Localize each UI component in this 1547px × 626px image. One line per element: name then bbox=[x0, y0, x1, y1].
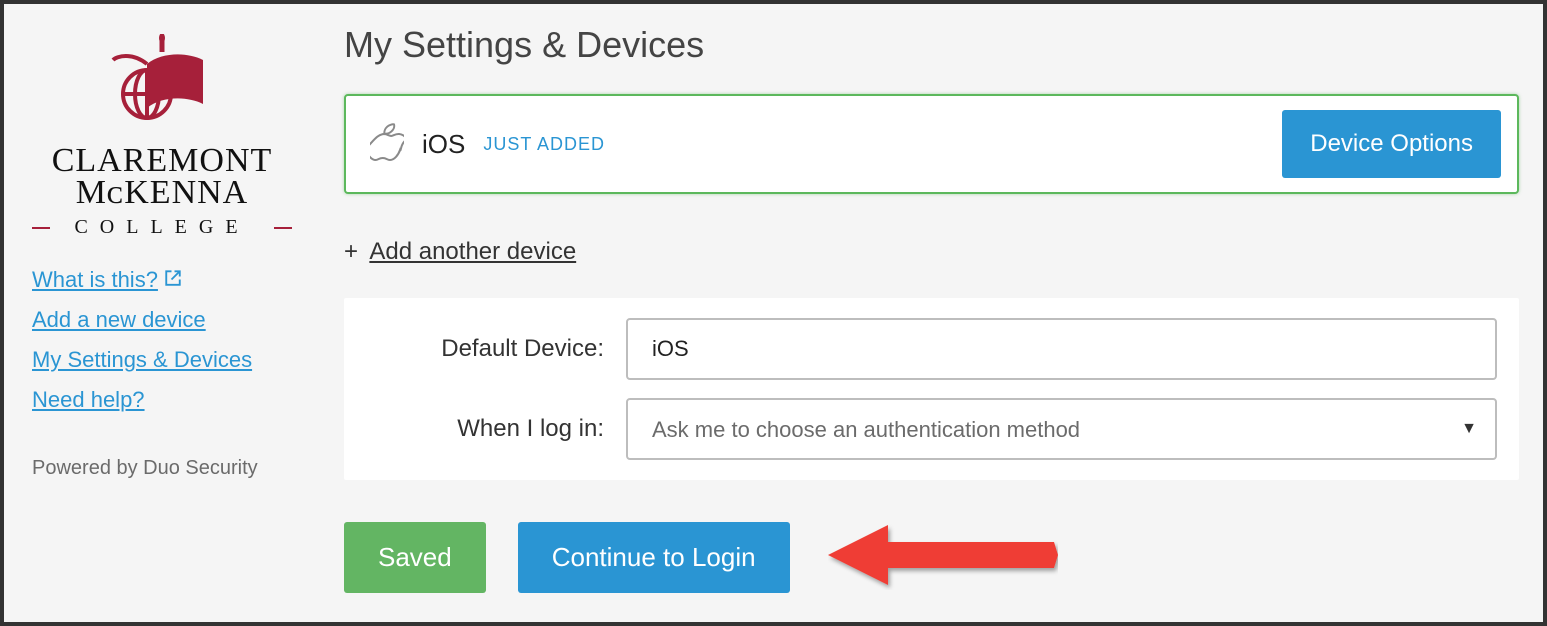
rule-right bbox=[274, 227, 292, 229]
attention-arrow-icon bbox=[828, 520, 1058, 595]
settings-panel: Default Device: When I log in: Ask me to… bbox=[344, 298, 1519, 480]
just-added-badge: JUST ADDED bbox=[483, 134, 605, 155]
book-globe-icon bbox=[107, 34, 217, 134]
sidebar: CLAREMONT MᴄKENNA COLLEGE What is this? … bbox=[4, 4, 334, 622]
device-name: iOS bbox=[422, 129, 465, 160]
when-i-log-in-select[interactable]: Ask me to choose an authentication metho… bbox=[626, 398, 1497, 460]
when-i-log-in-label: When I log in: bbox=[366, 415, 626, 443]
rule-left bbox=[32, 227, 50, 229]
logo-line2: MᴄKENNA bbox=[76, 174, 248, 212]
device-card: iOS JUST ADDED Device Options bbox=[344, 94, 1519, 194]
link-label: Need help? bbox=[32, 387, 145, 413]
link-label: Add a new device bbox=[32, 307, 206, 333]
default-device-row: Default Device: bbox=[366, 318, 1497, 380]
link-label: My Settings & Devices bbox=[32, 347, 252, 373]
continue-to-login-button[interactable]: Continue to Login bbox=[518, 522, 790, 593]
logo-line3-row: COLLEGE bbox=[32, 216, 292, 239]
page-title: My Settings & Devices bbox=[344, 24, 1519, 66]
saved-button[interactable]: Saved bbox=[344, 522, 486, 593]
action-buttons: Saved Continue to Login bbox=[344, 520, 1519, 595]
add-another-device[interactable]: + Add another device bbox=[344, 238, 1519, 266]
main-content: My Settings & Devices iOS JUST ADDED Dev… bbox=[334, 4, 1543, 622]
sidebar-links: What is this? Add a new device My Settin… bbox=[32, 267, 252, 427]
what-is-this-link[interactable]: What is this? bbox=[32, 267, 182, 293]
external-link-icon bbox=[164, 267, 182, 293]
plus-icon: + bbox=[344, 238, 358, 265]
my-settings-devices-link[interactable]: My Settings & Devices bbox=[32, 347, 252, 373]
default-device-label: Default Device: bbox=[366, 335, 626, 363]
when-i-log-in-row: When I log in: Ask me to choose an authe… bbox=[366, 398, 1497, 460]
need-help-link[interactable]: Need help? bbox=[32, 387, 145, 413]
link-label: What is this? bbox=[32, 267, 158, 293]
device-options-button[interactable]: Device Options bbox=[1282, 110, 1501, 178]
logo-line3: COLLEGE bbox=[58, 216, 266, 239]
default-device-input[interactable] bbox=[626, 318, 1497, 380]
apple-icon bbox=[370, 122, 404, 167]
add-new-device-link[interactable]: Add a new device bbox=[32, 307, 206, 333]
add-another-device-label: Add another device bbox=[369, 238, 576, 265]
powered-by-text: Powered by Duo Security bbox=[32, 457, 258, 480]
college-logo: CLAREMONT MᴄKENNA COLLEGE bbox=[32, 34, 292, 239]
